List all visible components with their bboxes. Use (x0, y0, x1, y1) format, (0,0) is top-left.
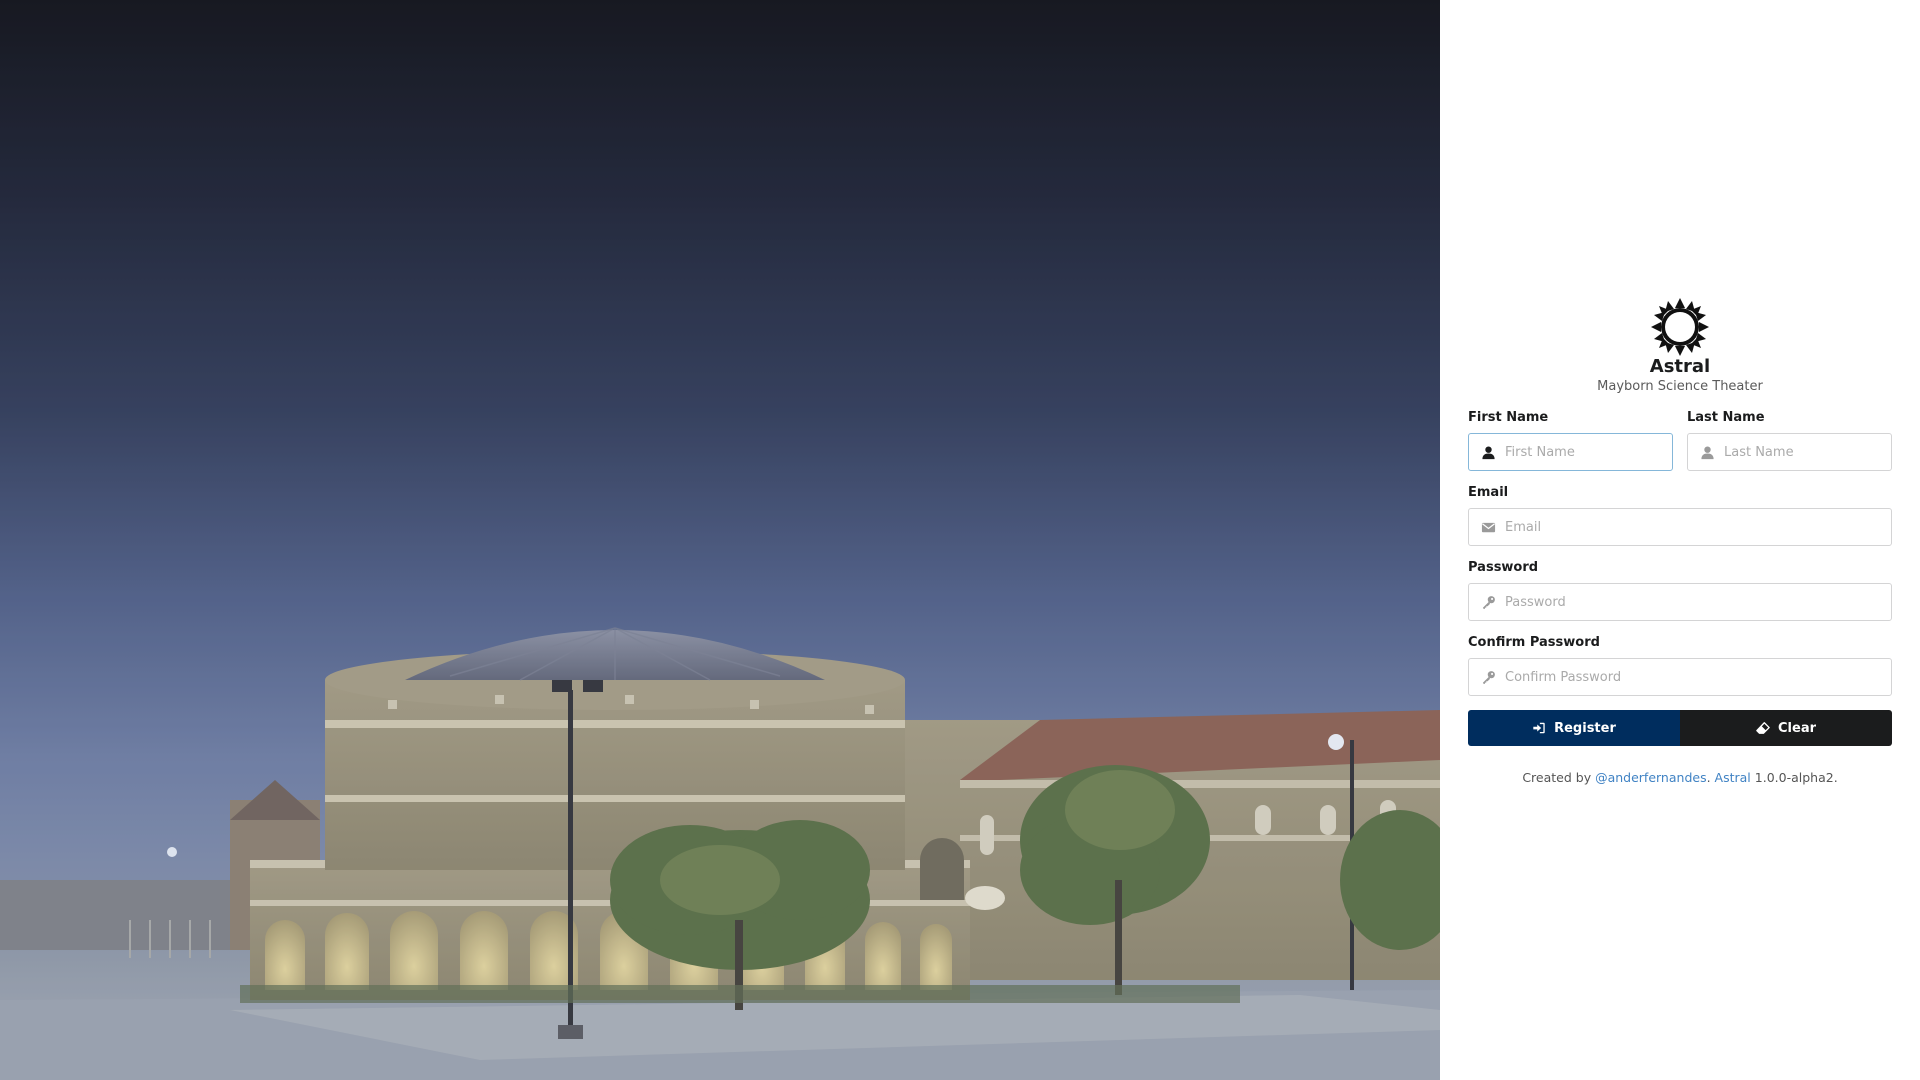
sign-in-icon (1533, 722, 1545, 734)
footer-prefix: Created by (1522, 770, 1592, 785)
email-label: Email (1468, 485, 1509, 500)
last-name-field-group: Last Name (1687, 410, 1892, 471)
register-button-label: Register (1554, 720, 1616, 736)
brand: Astral Mayborn Science Theater (1440, 296, 1920, 396)
footer-credits: Created by @anderfernandes. Astral 1.0.0… (1468, 770, 1892, 785)
app-name: Astral (1649, 356, 1711, 377)
register-form: First Name Last Name (1468, 410, 1892, 785)
register-page: Astral Mayborn Science Theater First Nam… (0, 0, 1920, 1080)
hero-image (0, 0, 1440, 1080)
password-label: Password (1468, 560, 1539, 575)
last-name-input-wrapper (1687, 433, 1892, 471)
envelope-icon (1481, 522, 1496, 533)
first-name-input[interactable] (1505, 434, 1662, 470)
key-icon (1482, 596, 1495, 609)
password-input-wrapper (1468, 583, 1892, 621)
email-input-wrapper (1468, 508, 1892, 546)
password-field-group: Password (1468, 560, 1892, 621)
confirm-password-input-wrapper (1468, 658, 1892, 696)
author-link[interactable]: @anderfernandes (1595, 770, 1707, 785)
app-version: 1.0.0-alpha2. (1754, 770, 1838, 785)
key-icon (1482, 671, 1495, 684)
user-icon (1701, 446, 1714, 460)
register-button[interactable]: Register (1468, 710, 1680, 746)
form-buttons: Register Clear (1468, 710, 1892, 746)
email-input[interactable] (1505, 509, 1881, 545)
confirm-password-field-group: Confirm Password (1468, 635, 1892, 696)
register-panel: Astral Mayborn Science Theater First Nam… (1440, 0, 1920, 1080)
user-icon (1482, 446, 1495, 460)
confirm-password-label: Confirm Password (1468, 635, 1600, 650)
last-name-label: Last Name (1687, 410, 1765, 425)
clear-button-label: Clear (1778, 720, 1816, 736)
clear-button[interactable]: Clear (1680, 710, 1892, 746)
eraser-icon (1756, 722, 1770, 734)
app-link[interactable]: Astral (1715, 770, 1751, 785)
first-name-input-wrapper (1468, 433, 1673, 471)
password-input[interactable] (1505, 584, 1881, 620)
last-name-input[interactable] (1724, 434, 1881, 470)
email-field-group: Email (1468, 485, 1892, 546)
sun-logo-icon (1651, 298, 1709, 356)
first-name-label: First Name (1468, 410, 1549, 425)
footer-separator: . (1706, 770, 1711, 785)
confirm-password-input[interactable] (1505, 659, 1881, 695)
first-name-field-group: First Name (1468, 410, 1673, 471)
app-subtitle: Mayborn Science Theater (1597, 379, 1763, 394)
hero-overlay (0, 0, 1440, 1080)
name-row: First Name Last Name (1468, 410, 1892, 471)
